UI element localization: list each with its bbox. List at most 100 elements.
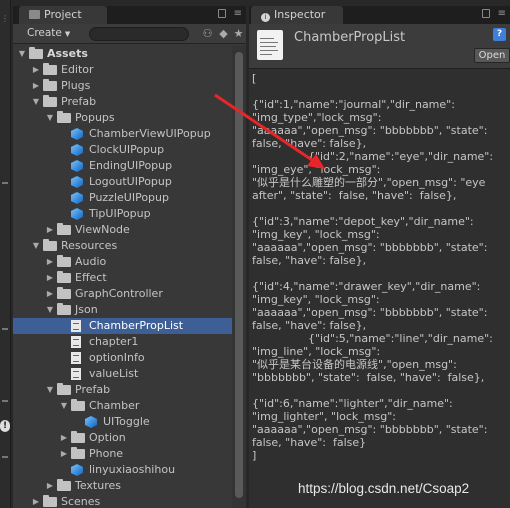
tree-item-label: ChamberPropList (89, 319, 184, 332)
tree-item-label: Phone (89, 447, 124, 460)
star-icon[interactable]: ★ (232, 27, 245, 40)
folder-icon (57, 287, 71, 299)
expand-arrow-icon[interactable]: ▼ (45, 110, 55, 126)
tree-item[interactable]: UIToggle (13, 414, 232, 430)
tab-inspector-label: Inspector (274, 8, 326, 21)
create-button[interactable]: Create ▼ (21, 26, 76, 41)
expand-arrow-icon[interactable]: ▼ (31, 238, 41, 254)
tree-item[interactable]: ▶ Option (13, 430, 232, 446)
tree-item[interactable]: ▶ Editor (13, 62, 232, 78)
tree-item[interactable]: ▶ Effect (13, 270, 232, 286)
folder-icon (57, 479, 71, 491)
json-line: [ (252, 72, 257, 85)
search-input[interactable] (89, 27, 189, 41)
filter-icon[interactable]: ⚇ (201, 27, 214, 40)
tree-item[interactable]: ▶ Plugs (13, 78, 232, 94)
tree-item-label: Prefab (61, 95, 97, 108)
tree-item[interactable]: ▼ Prefab (13, 94, 232, 110)
tree-item[interactable]: ▼ Assets (13, 46, 232, 62)
tab-menu-icon[interactable]: ≡ (498, 8, 506, 19)
collapse-arrow-icon[interactable]: ▶ (45, 222, 55, 238)
json-content: [ {"id":1,"name":"journal","dir_name": "im… (252, 72, 509, 462)
strip-mark (2, 456, 8, 458)
expand-arrow-icon[interactable]: ▼ (45, 382, 55, 398)
help-icon[interactable]: ? (493, 28, 506, 41)
project-tab-bar: Project ≡ (13, 6, 246, 24)
json-line: "img_line", "lock_msg": (252, 345, 381, 358)
tree-item[interactable]: ▼ Resources (13, 238, 232, 254)
expand-arrow-icon[interactable]: ▼ (45, 302, 55, 318)
tree-item[interactable]: ▶ Scenes (13, 494, 232, 508)
tree-item[interactable]: ▼ Popups (13, 110, 232, 126)
json-line: {"id":3,"name":"depot_key","dir_name": (252, 215, 474, 228)
tree-item[interactable]: ChamberViewUIPopup (13, 126, 232, 142)
collapse-arrow-icon[interactable]: ▶ (31, 494, 41, 508)
json-line: {"id":1,"name":"journal","dir_name": (252, 98, 455, 111)
tree-item[interactable]: ▼ Json (13, 302, 232, 318)
tree-item[interactable]: PuzzleUIPopup (13, 190, 232, 206)
tab-menu-icon[interactable]: ≡ (234, 8, 242, 19)
json-preview: [ {"id":1,"name":"journal","dir_name": "im… (249, 68, 510, 508)
tree-item[interactable]: linyuxiaoshihou (13, 462, 232, 478)
tree-item-label: TipUIPopup (89, 207, 151, 220)
json-line: ] (252, 449, 257, 462)
scrollbar-thumb[interactable] (235, 52, 243, 498)
tree-item[interactable]: chapter1 (13, 334, 232, 350)
tree-item-label: Resources (61, 239, 118, 252)
inspector-header: ChamberPropList ? Open (249, 24, 510, 68)
tab-inspector[interactable]: i Inspector (251, 6, 343, 24)
collapse-arrow-icon[interactable]: ▶ (45, 478, 55, 494)
tree-item[interactable]: ClockUIPopup (13, 142, 232, 158)
folder-icon (71, 431, 85, 443)
tree-item[interactable]: ▼ Prefab (13, 382, 232, 398)
tree-item[interactable]: ▶ Audio (13, 254, 232, 270)
tree-item[interactable]: EndingUIPopup (13, 158, 232, 174)
drag-handle-icon[interactable]: ⋮ (1, 14, 9, 23)
collapse-arrow-icon[interactable]: ▶ (45, 270, 55, 286)
collapse-arrow-icon[interactable]: ▶ (59, 446, 69, 462)
json-line: after", "state": false, "have": false}, (252, 189, 457, 202)
tree-item[interactable]: TipUIPopup (13, 206, 232, 222)
folder-icon (71, 447, 85, 459)
tree-item[interactable]: ChamberPropList (13, 318, 232, 334)
lock-icon[interactable] (482, 9, 490, 18)
prefab-cube-icon (71, 208, 83, 220)
expand-arrow-icon[interactable]: ▼ (59, 398, 69, 414)
tree-item-label: GraphController (75, 287, 163, 300)
tree-item[interactable]: ▶ Textures (13, 478, 232, 494)
collapse-arrow-icon[interactable]: ▶ (59, 430, 69, 446)
json-line: false, "have": false}, (252, 254, 367, 267)
collapse-arrow-icon[interactable]: ▶ (31, 62, 41, 78)
tree-item-label: Chamber (89, 399, 140, 412)
tree-item[interactable]: ▶ GraphController (13, 286, 232, 302)
folder-icon (43, 495, 57, 507)
json-line: "aaaaaa","open_msg": "bbbbbbb", "state": (252, 306, 488, 319)
tree-item[interactable]: ▶ Phone (13, 446, 232, 462)
expand-arrow-icon[interactable]: ▼ (17, 46, 27, 62)
tree-item[interactable]: ▼ Chamber (13, 398, 232, 414)
collapse-arrow-icon[interactable]: ▶ (45, 254, 55, 270)
tree-item[interactable]: ▶ ViewNode (13, 222, 232, 238)
tree-item[interactable]: optionInfo (13, 350, 232, 366)
tree-item[interactable]: valueList (13, 366, 232, 382)
strip-mark (2, 400, 8, 402)
prefab-cube-icon (71, 144, 83, 156)
tree-item-label: EndingUIPopup (89, 159, 173, 172)
prefab-cube-icon (71, 192, 83, 204)
tree-item-label: Editor (61, 63, 94, 76)
lock-icon[interactable] (218, 9, 226, 18)
icon-line (260, 38, 274, 39)
collapse-arrow-icon[interactable]: ▶ (45, 286, 55, 302)
json-line: {"id":2,"name":"eye","dir_name": (252, 150, 494, 163)
collapse-arrow-icon[interactable]: ▶ (31, 78, 41, 94)
expand-arrow-icon[interactable]: ▼ (31, 94, 41, 110)
tab-project[interactable]: Project (19, 6, 107, 24)
tree-item-label: Scenes (61, 495, 101, 508)
tab-project-label: Project (44, 8, 82, 21)
tree-item[interactable]: LogoutUIPopup (13, 174, 232, 190)
label-icon[interactable]: ◆ (217, 27, 230, 40)
open-button[interactable]: Open (474, 48, 510, 63)
folder-icon (57, 223, 71, 235)
project-scrollbar[interactable] (232, 46, 246, 508)
tree-item-label: Prefab (75, 383, 111, 396)
